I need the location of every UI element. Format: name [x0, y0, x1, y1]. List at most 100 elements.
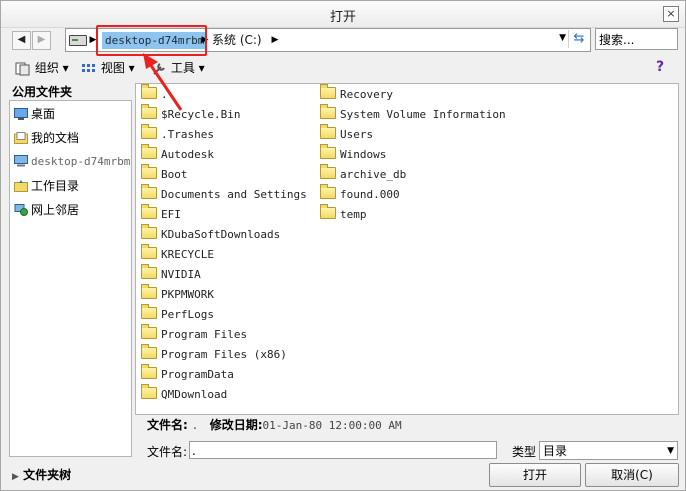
place-label: desktop-d74mrbm: [31, 155, 131, 168]
details-name-value: .: [191, 419, 199, 432]
place-my-documents[interactable]: 我的文档: [14, 128, 79, 148]
close-button[interactable]: ×: [663, 6, 679, 22]
file-list-item[interactable]: Users: [320, 124, 373, 145]
wrench-icon: [153, 62, 165, 75]
documents-icon: [14, 132, 28, 144]
breadcrumb-drive[interactable]: 系统 (C:): [212, 32, 262, 49]
search-input[interactable]: 搜索...: [595, 28, 678, 50]
folder-icon: [320, 164, 336, 179]
file-list-item[interactable]: archive_db: [320, 164, 406, 185]
folder-icon: [320, 124, 336, 139]
view-label: 视图: [100, 61, 125, 75]
chevron-down-icon: ▾: [198, 61, 205, 75]
file-list-item[interactable]: Program Files (x86): [141, 344, 287, 365]
work-folder-icon: [14, 180, 28, 192]
file-list-item[interactable]: Autodesk: [141, 144, 214, 165]
filename-input[interactable]: .: [189, 441, 497, 459]
place-label: 桌面: [31, 107, 56, 121]
folder-icon: [141, 344, 157, 359]
title-bar: 打开 ×: [1, 1, 685, 28]
chevron-down-icon: ▾: [62, 61, 69, 75]
file-list-item[interactable]: $Recycle.Bin: [141, 104, 240, 125]
places-header: 公用文件夹: [12, 85, 73, 99]
filename-label: 文件名:: [147, 445, 188, 459]
organize-label: 组织: [34, 61, 59, 75]
file-list-item[interactable]: .: [141, 84, 168, 105]
file-list-item[interactable]: ProgramData: [141, 364, 234, 385]
place-work-dir[interactable]: 工作目录: [14, 176, 79, 196]
place-computer[interactable]: desktop-d74mrbm: [14, 152, 130, 172]
place-desktop[interactable]: 桌面: [14, 104, 55, 124]
file-list-item[interactable]: System Volume Information: [320, 104, 506, 125]
file-list-item[interactable]: Program Files: [141, 324, 247, 345]
file-list-item[interactable]: found.000: [320, 184, 400, 205]
view-grid-icon: [82, 63, 95, 72]
file-list-item[interactable]: NVIDIA: [141, 264, 201, 285]
folder-icon: [141, 184, 157, 199]
filetype-label: 类型: [512, 445, 537, 459]
details-modified-value: 01-Jan-80 12:00:00 AM: [262, 419, 402, 432]
computer-icon: [14, 155, 28, 167]
tools-button[interactable]: 工具 ▾: [151, 59, 205, 77]
folder-icon: [320, 184, 336, 199]
folder-icon: [141, 364, 157, 379]
tools-label: 工具: [170, 61, 195, 75]
cancel-button[interactable]: 取消(C): [585, 463, 679, 487]
place-label: 工作目录: [31, 179, 80, 193]
folder-icon: [141, 224, 157, 239]
expand-arrow-icon: ▶: [12, 472, 19, 482]
filetype-value: 目录: [543, 444, 568, 458]
folder-icon: [320, 204, 336, 219]
folder-icon: [141, 204, 157, 219]
folder-icon: [141, 84, 157, 99]
help-icon[interactable]: ?: [656, 59, 664, 75]
file-list[interactable]: . $Recycle.Bin .Trashes Autodesk Boot Do…: [135, 83, 679, 415]
file-list-item[interactable]: Windows: [320, 144, 386, 165]
file-list-item[interactable]: PerfLogs: [141, 304, 214, 325]
file-list-item[interactable]: KRECYCLE: [141, 244, 214, 265]
folder-icon: [320, 84, 336, 99]
file-list-item[interactable]: Recovery: [320, 84, 393, 105]
network-icon: [14, 204, 28, 216]
folder-icon: [141, 384, 157, 399]
folder-icon: [141, 124, 157, 139]
chevron-down-icon: ▼: [667, 446, 674, 456]
file-list-item[interactable]: QMDownload: [141, 384, 227, 405]
folder-icon: [141, 304, 157, 319]
folder-icon: [141, 164, 157, 179]
organize-icon: [15, 62, 30, 75]
folder-icon: [141, 284, 157, 299]
selection-details: 文件名: . 修改日期:01-Jan-80 12:00:00 AM: [147, 416, 402, 433]
file-list-item[interactable]: PKPMWORK: [141, 284, 214, 305]
refresh-icon[interactable]: ⇆: [568, 30, 589, 48]
folder-tree-toggle[interactable]: ▶ 文件夹树: [12, 466, 71, 483]
place-network[interactable]: 网上邻居: [14, 200, 79, 220]
view-button[interactable]: 视图 ▾: [81, 59, 135, 77]
file-list-item[interactable]: Boot: [141, 164, 188, 185]
folder-icon: [320, 144, 336, 159]
file-list-item[interactable]: .Trashes: [141, 124, 214, 145]
file-list-item[interactable]: KDubaSoftDownloads: [141, 224, 280, 245]
chevron-down-icon: ▾: [128, 61, 135, 75]
folder-icon: [141, 104, 157, 119]
file-list-item[interactable]: Documents and Settings: [141, 184, 307, 205]
file-list-item[interactable]: EFI: [141, 204, 181, 225]
places-panel: 桌面 我的文档 desktop-d74mrbm 工作目录 网上邻居: [9, 100, 132, 457]
folder-icon: [141, 244, 157, 259]
file-list-item[interactable]: temp: [320, 204, 367, 225]
folder-icon: [141, 324, 157, 339]
annotation-highlight-box: [96, 25, 207, 56]
desktop-icon: [14, 108, 28, 120]
open-button[interactable]: 打开: [489, 463, 581, 487]
folder-icon: [141, 144, 157, 159]
forward-button[interactable]: ▶: [32, 31, 51, 50]
drive-icon: [69, 35, 87, 46]
organize-button[interactable]: 组织 ▾: [15, 59, 69, 77]
open-dialog: 打开 × ◀ ▶ ▶ desktop-d74mrbm ▶ 系统 (C:) ▶ ▼…: [0, 0, 686, 491]
breadcrumb-separator[interactable]: ▶: [270, 32, 280, 49]
details-modified-label: 修改日期:: [209, 418, 263, 432]
back-button[interactable]: ◀: [12, 31, 31, 50]
filetype-select[interactable]: 目录 ▼: [539, 441, 678, 460]
address-dropdown-icon[interactable]: ▼: [559, 33, 566, 43]
place-label: 网上邻居: [31, 203, 80, 217]
